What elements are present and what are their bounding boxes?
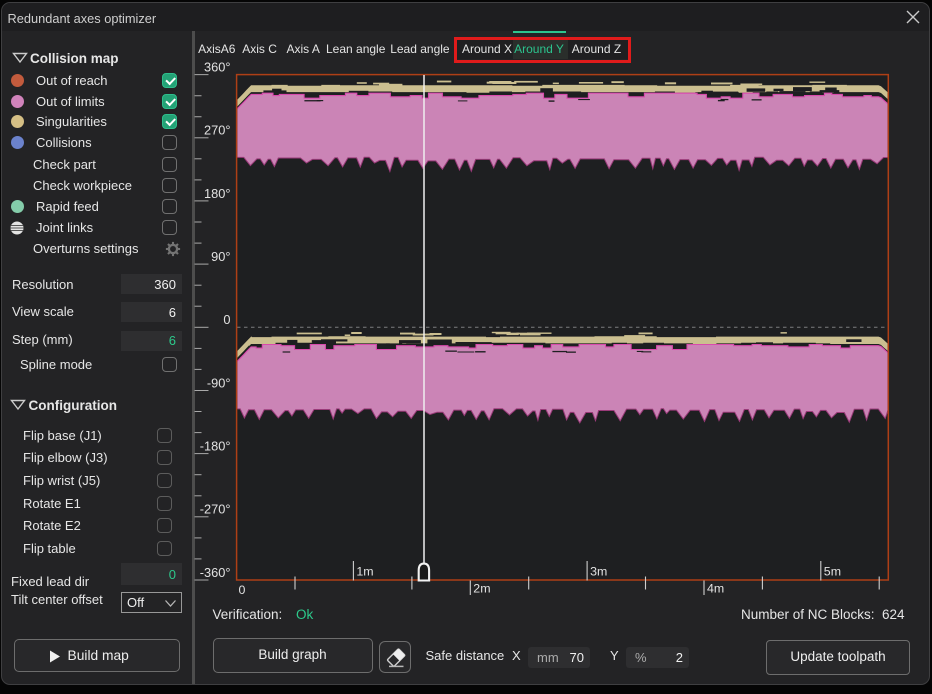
svg-text:2m: 2m: [473, 582, 490, 596]
svg-text:5m: 5m: [824, 565, 841, 579]
svg-text:-90°: -90°: [207, 375, 231, 390]
svg-text:-270°: -270°: [200, 502, 231, 517]
svg-text:0: 0: [239, 583, 246, 597]
svg-text:-180°: -180°: [200, 438, 231, 453]
svg-text:270°: 270°: [204, 123, 230, 138]
svg-text:360°: 360°: [204, 59, 230, 74]
svg-text:0: 0: [223, 312, 230, 327]
svg-text:-360°: -360°: [200, 565, 231, 580]
svg-text:4m: 4m: [707, 582, 724, 596]
svg-text:3m: 3m: [590, 565, 607, 579]
svg-text:180°: 180°: [204, 186, 230, 201]
svg-text:1m: 1m: [356, 565, 373, 579]
svg-text:90°: 90°: [211, 249, 230, 264]
